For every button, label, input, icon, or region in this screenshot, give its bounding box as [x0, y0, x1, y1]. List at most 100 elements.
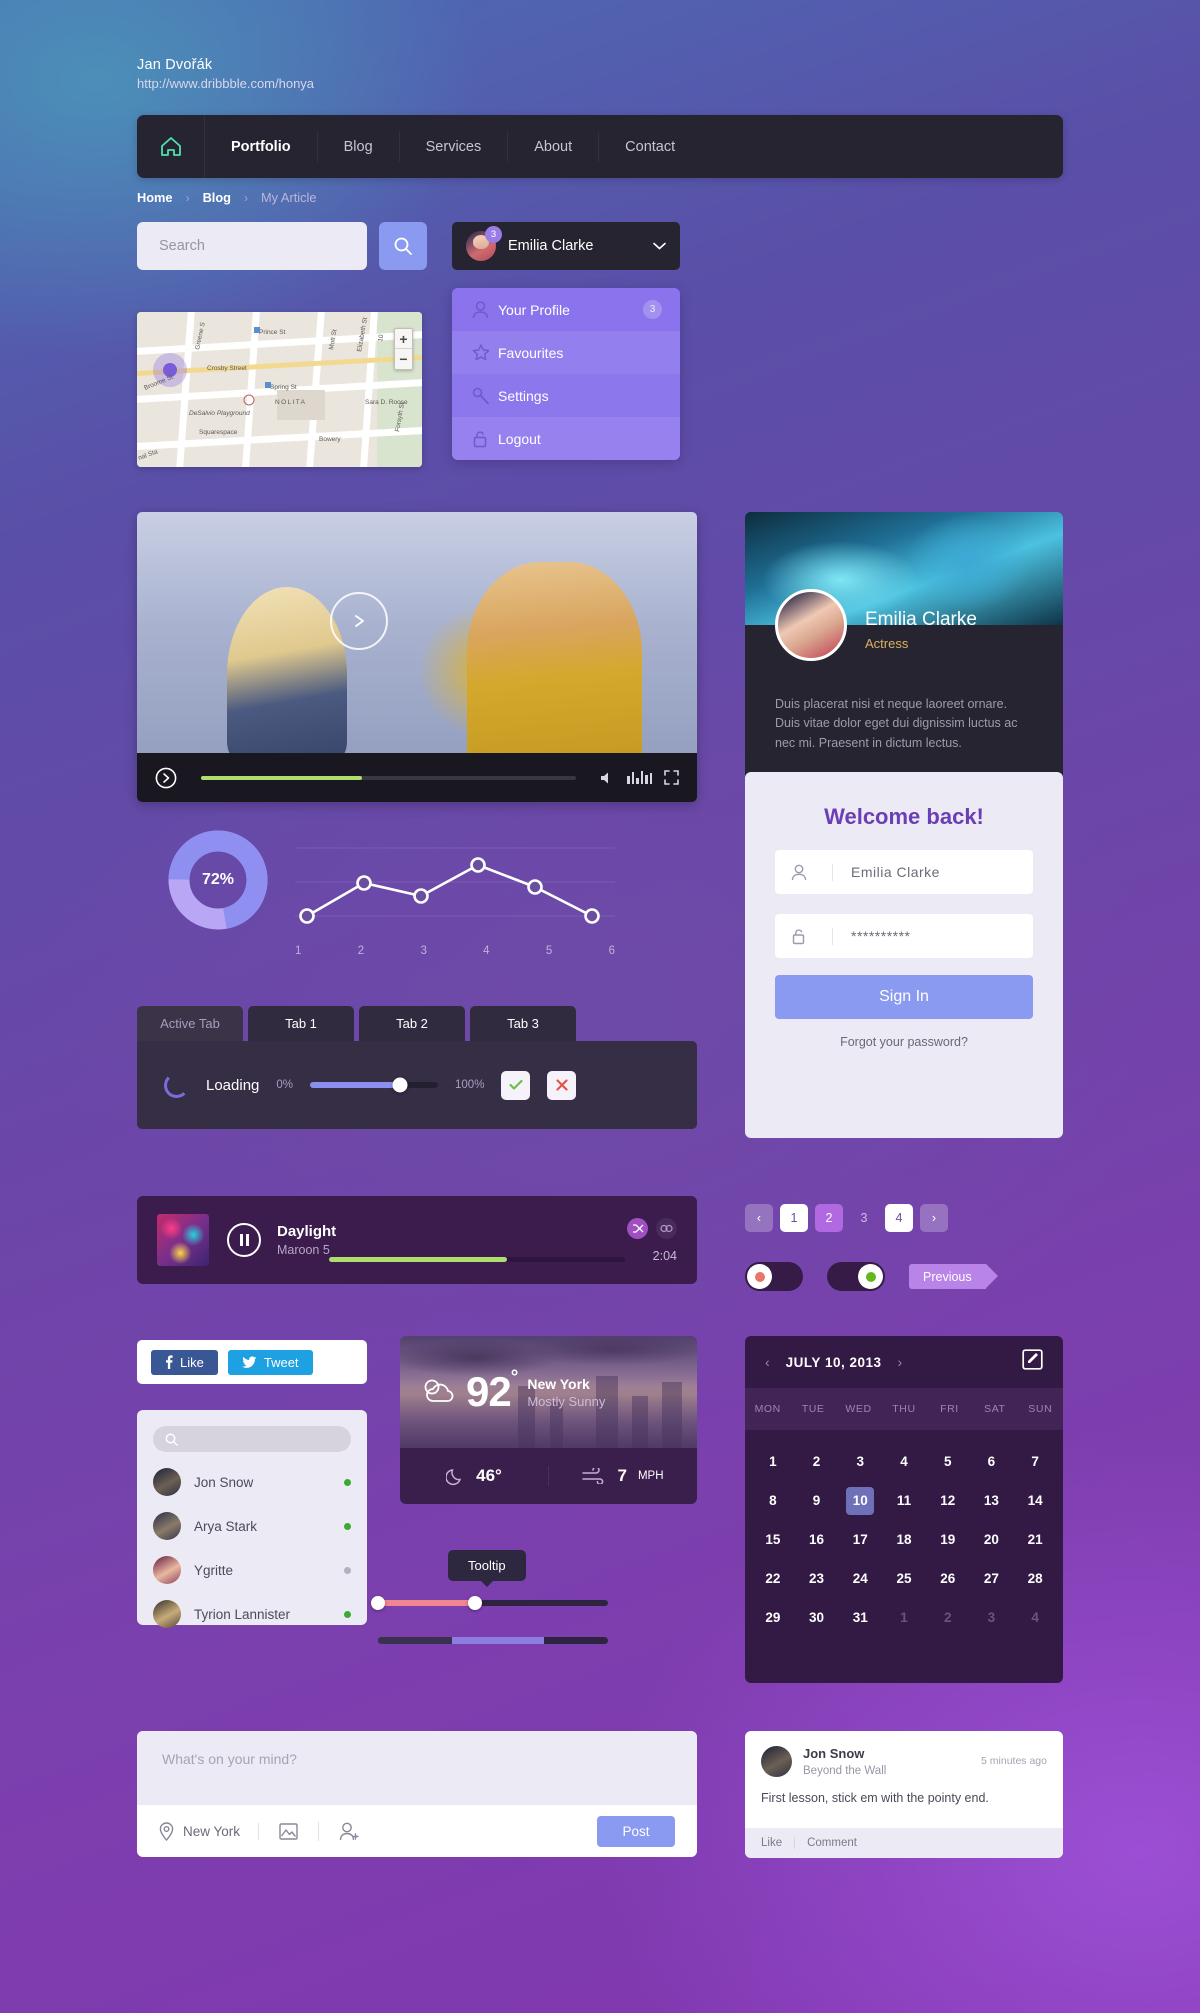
home-icon[interactable] — [137, 115, 205, 178]
calendar-day[interactable]: 24 — [838, 1559, 882, 1598]
friend-row[interactable]: Jon Snow — [153, 1460, 351, 1504]
sign-in-button[interactable]: Sign In — [775, 975, 1033, 1019]
author-url[interactable]: http://www.dribbble.com/honya — [137, 76, 314, 91]
photo-button[interactable] — [258, 1822, 318, 1840]
map-zoom-controls[interactable]: + − — [394, 328, 413, 370]
comment-author[interactable]: Jon Snow — [803, 1746, 864, 1761]
tab-1[interactable]: Tab 1 — [248, 1006, 354, 1041]
previous-ribbon-button[interactable]: Previous — [909, 1264, 998, 1289]
map-zoom-in-button[interactable]: + — [395, 329, 412, 349]
nav-item-about[interactable]: About — [508, 131, 600, 162]
calendar-day[interactable]: 21 — [1013, 1520, 1057, 1559]
calendar-day[interactable]: 1 — [882, 1598, 926, 1637]
calendar-day[interactable]: 20 — [970, 1520, 1014, 1559]
calendar-day[interactable]: 19 — [926, 1520, 970, 1559]
tab-2[interactable]: Tab 2 — [359, 1006, 465, 1041]
facebook-like-button[interactable]: Like — [151, 1349, 218, 1375]
calendar-day[interactable]: 18 — [882, 1520, 926, 1559]
map-widget[interactable]: Greene S Prince St Crosby Street Broome … — [137, 312, 422, 467]
shuffle-icon[interactable] — [627, 1217, 648, 1239]
calendar-day[interactable]: 7 — [1013, 1442, 1057, 1481]
friend-row[interactable]: Tyrion Lannister — [153, 1592, 351, 1636]
calendar-day[interactable]: 3 — [838, 1442, 882, 1481]
calendar-day[interactable]: 9 — [795, 1481, 839, 1520]
calendar-day[interactable]: 17 — [838, 1520, 882, 1559]
pagination-page-1[interactable]: 1 — [780, 1204, 808, 1232]
fullscreen-icon[interactable] — [664, 770, 679, 785]
tab-3[interactable]: Tab 3 — [470, 1006, 576, 1041]
calendar-day[interactable]: 30 — [795, 1598, 839, 1637]
breadcrumb-home[interactable]: Home — [137, 190, 173, 205]
calendar-day[interactable]: 5 — [926, 1442, 970, 1481]
password-field[interactable]: ********** — [775, 914, 1033, 958]
accept-button[interactable] — [501, 1070, 531, 1100]
username-field[interactable]: Emilia Clarke — [775, 850, 1033, 894]
breadcrumb-blog[interactable]: Blog — [203, 190, 231, 205]
calendar-day[interactable]: 3 — [970, 1598, 1014, 1637]
nav-item-contact[interactable]: Contact — [599, 132, 701, 162]
calendar-day-selected[interactable]: 10 — [838, 1481, 882, 1520]
pagination-prev-button[interactable]: ‹ — [745, 1204, 773, 1232]
menu-item-settings[interactable]: Settings — [452, 374, 680, 417]
calendar-day[interactable]: 22 — [751, 1559, 795, 1598]
calendar-day[interactable]: 16 — [795, 1520, 839, 1559]
slider-handle[interactable] — [392, 1077, 408, 1093]
search-input[interactable]: Search — [137, 222, 367, 270]
post-button[interactable]: Post — [597, 1815, 675, 1847]
calendar-day[interactable]: 27 — [970, 1559, 1014, 1598]
calendar-day[interactable]: 31 — [838, 1598, 882, 1637]
calendar-day[interactable]: 4 — [1013, 1598, 1057, 1637]
calendar-day[interactable]: 4 — [882, 1442, 926, 1481]
calendar-day[interactable]: 11 — [882, 1481, 926, 1520]
pagination-page-2[interactable]: 2 — [815, 1204, 843, 1232]
composer-textarea[interactable]: What's on your mind? — [137, 1731, 697, 1805]
play-button-overlay[interactable] — [330, 592, 388, 650]
track-progress-bar[interactable] — [329, 1257, 625, 1262]
calendar-day[interactable]: 2 — [926, 1598, 970, 1637]
calendar-day[interactable]: 6 — [970, 1442, 1014, 1481]
toggle-off[interactable] — [745, 1262, 803, 1291]
comment-like-button[interactable]: Like — [761, 1837, 796, 1849]
comment-reply-button[interactable]: Comment — [807, 1837, 857, 1849]
calendar-day[interactable]: 8 — [751, 1481, 795, 1520]
calendar-day[interactable]: 12 — [926, 1481, 970, 1520]
slider-handle-left[interactable] — [371, 1596, 385, 1610]
friends-search-input[interactable] — [153, 1426, 351, 1452]
progress-slider[interactable] — [310, 1077, 439, 1093]
nav-item-services[interactable]: Services — [400, 131, 509, 162]
video-player[interactable] — [137, 512, 697, 802]
calendar-prev-button[interactable]: ‹ — [765, 1354, 770, 1370]
nav-item-portfolio[interactable]: Portfolio — [205, 131, 318, 162]
calendar-day[interactable]: 23 — [795, 1559, 839, 1598]
calendar-next-button[interactable]: › — [898, 1354, 903, 1370]
edit-icon[interactable] — [1022, 1349, 1043, 1375]
segmented-slider[interactable] — [378, 1637, 608, 1644]
range-slider[interactable] — [371, 1596, 608, 1610]
pagination-page-4[interactable]: 4 — [885, 1204, 913, 1232]
menu-item-favourites[interactable]: Favourites — [452, 331, 680, 374]
tab-active[interactable]: Active Tab — [137, 1006, 243, 1041]
reject-button[interactable] — [547, 1070, 577, 1100]
calendar-day[interactable]: 29 — [751, 1598, 795, 1637]
pagination-page-3[interactable]: 3 — [850, 1204, 878, 1232]
calendar-day[interactable]: 25 — [882, 1559, 926, 1598]
pagination-next-button[interactable]: › — [920, 1204, 948, 1232]
video-progress-bar[interactable] — [201, 775, 576, 780]
calendar-day[interactable]: 1 — [751, 1442, 795, 1481]
toggle-on[interactable] — [827, 1262, 885, 1291]
calendar-day[interactable]: 15 — [751, 1520, 795, 1559]
volume-icon[interactable] — [600, 771, 615, 785]
calendar-day[interactable]: 14 — [1013, 1481, 1057, 1520]
calendar-day[interactable]: 28 — [1013, 1559, 1057, 1598]
friend-row[interactable]: Arya Stark — [153, 1504, 351, 1548]
friend-row[interactable]: Ygritte — [153, 1548, 351, 1592]
location-button[interactable]: New York — [159, 1821, 258, 1841]
pause-button[interactable] — [227, 1223, 261, 1257]
tag-person-button[interactable] — [318, 1821, 380, 1841]
calendar-day[interactable]: 26 — [926, 1559, 970, 1598]
user-menu-button[interactable]: 3 Emilia Clarke — [452, 222, 680, 270]
forgot-password-link[interactable]: Forgot your password? — [775, 1035, 1033, 1049]
nav-item-blog[interactable]: Blog — [318, 131, 400, 162]
calendar-day[interactable]: 13 — [970, 1481, 1014, 1520]
menu-item-your-profile[interactable]: Your Profile 3 — [452, 288, 680, 331]
